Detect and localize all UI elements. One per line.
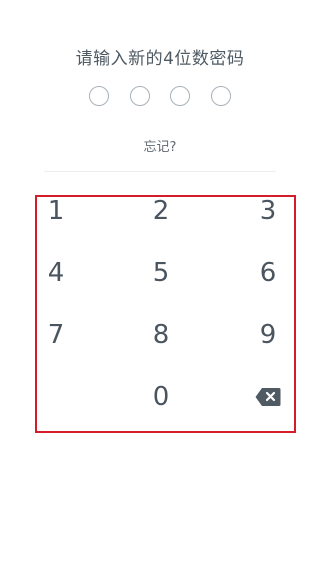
key-8[interactable]: 8 — [141, 317, 181, 353]
key-0[interactable]: 0 — [141, 379, 181, 415]
key-5[interactable]: 5 — [141, 255, 181, 291]
key-9[interactable]: 9 — [248, 317, 288, 353]
pin-indicator — [89, 86, 231, 108]
key-7[interactable]: 7 — [36, 317, 76, 353]
backspace-icon[interactable] — [255, 387, 281, 407]
key-4[interactable]: 4 — [36, 255, 76, 291]
forgot-link[interactable]: 忘记? — [0, 136, 320, 155]
pin-dot — [170, 86, 191, 106]
pin-setup-screen: 请输入新的4位数密码 忘记? 1 2 3 4 5 6 7 8 9 0 — [0, 0, 320, 568]
key-1[interactable]: 1 — [36, 193, 76, 229]
pin-dot — [210, 86, 231, 106]
key-2[interactable]: 2 — [141, 193, 181, 229]
numeric-keypad: 1 2 3 4 5 6 7 8 9 0 — [35, 195, 296, 433]
key-6[interactable]: 6 — [248, 255, 288, 291]
page-title: 请输入新的4位数密码 — [75, 49, 245, 69]
pin-dot — [89, 86, 109, 106]
divider — [44, 171, 276, 172]
key-3[interactable]: 3 — [248, 193, 288, 229]
pin-dot — [129, 86, 150, 106]
